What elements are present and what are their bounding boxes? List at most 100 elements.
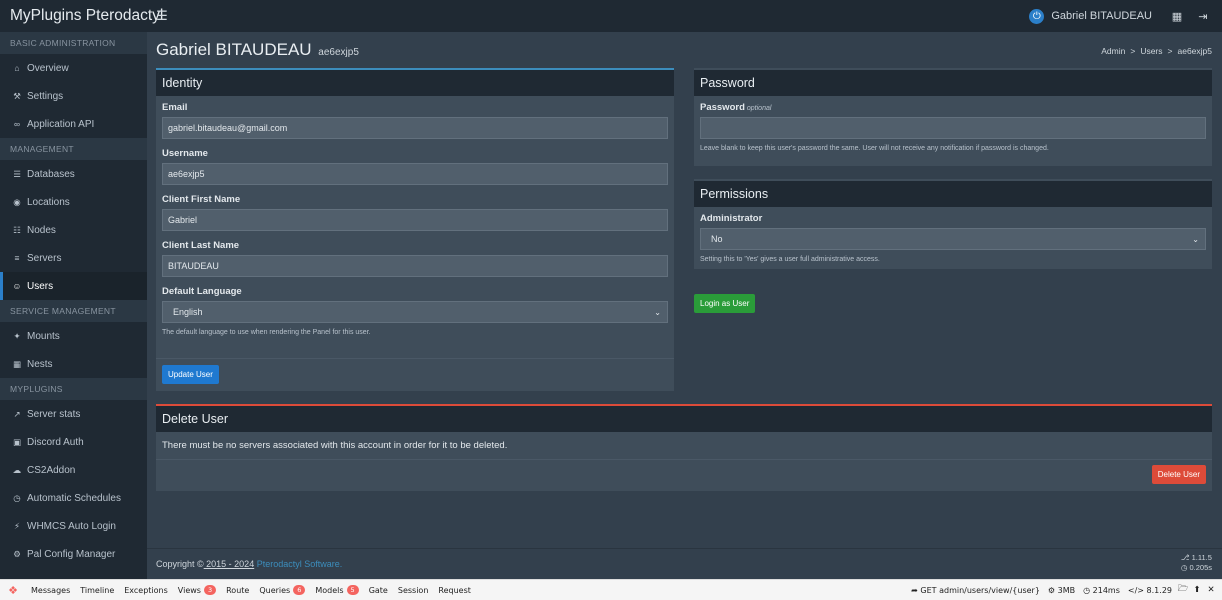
sidebar-item-settings[interactable]: ⚒ Settings [0, 82, 147, 110]
sidebar-item-cs2addon[interactable]: ☁ CS2Addon [0, 456, 147, 484]
sidebar-item-users[interactable]: ☺ Users [0, 272, 147, 300]
wrench-icon: ⚒ [13, 90, 21, 101]
sidebar-item-label: Servers [27, 252, 62, 264]
administrator-select[interactable]: No ⌄ [700, 228, 1206, 250]
debugbar-tab-views[interactable]: Views 3 [173, 580, 221, 600]
sidebar-item-locations[interactable]: ◉ Locations [0, 188, 147, 216]
identity-box-body: Email gabriel.bitaudeau@gmail.com Userna… [156, 96, 674, 358]
cogs-icon: ⚙ [13, 548, 21, 559]
user-name[interactable]: Gabriel BITAUDEAU [1051, 10, 1152, 22]
password-input[interactable] [700, 117, 1206, 139]
debugbar-php-version[interactable]: </> 8.1.29 [1124, 586, 1176, 595]
last-name-field[interactable]: BITAUDEAU [162, 255, 668, 277]
delete-user-button[interactable]: Delete User [1151, 465, 1206, 484]
password-box-title: Password [694, 70, 1212, 96]
debugbar-tab-session[interactable]: Session [393, 580, 434, 600]
debugbar-route[interactable]: ➦ GET admin/users/view/{user} [907, 586, 1044, 595]
debugbar-tab-label: Timeline [80, 585, 115, 595]
sidebar-item-label: Automatic Schedules [27, 492, 121, 504]
cloud-icon: ☁ [12, 464, 22, 475]
logout-icon[interactable]: ⇥ [1196, 10, 1210, 23]
debugbar-memory[interactable]: ⚙ 3MB [1044, 586, 1079, 595]
pterodactyl-link[interactable]: Pterodactyl Software. [254, 559, 343, 569]
sidebar-item-overview[interactable]: ⌂ Overview [0, 54, 147, 82]
bolt-icon: ⚡ [14, 520, 20, 531]
sidebar-item-label: WHMCS Auto Login [27, 520, 116, 532]
hamburger-icon[interactable]: ☰ [155, 8, 169, 24]
sidebar-section-header: MYPLUGINS [0, 378, 147, 400]
debugbar-tab-messages[interactable]: Messages [26, 580, 75, 600]
password-box: Password Password optional Leave blank to… [694, 68, 1212, 166]
debugbar-tab-gate[interactable]: Gate [364, 580, 393, 600]
sidebar-item-label: Nests [27, 358, 53, 370]
debugbar-duration[interactable]: ◷ 214ms [1079, 586, 1124, 595]
laravel-logo-icon[interactable]: ❖ [0, 584, 26, 597]
power-icon[interactable]: ⏻ [1029, 8, 1045, 24]
breadcrumb-item[interactable]: Users [1140, 46, 1162, 56]
server-icon: ≡ [14, 253, 20, 263]
sidebar-item-whmcs-auto-login[interactable]: ⚡ WHMCS Auto Login [0, 512, 147, 540]
first-name-field[interactable]: Gabriel [162, 209, 668, 231]
sidebar-item-server-stats[interactable]: ↗ Server stats [0, 400, 147, 428]
main-content: Gabriel BITAUDEAU ae6exjp5 Admin > Users > a… [147, 32, 1222, 579]
debugbar-tab-route[interactable]: Route [221, 580, 254, 600]
debugbar-tab-queries[interactable]: Queries 6 [254, 580, 310, 600]
sidebar-item-label: Locations [27, 196, 70, 208]
brand-logo[interactable]: MyPlugins Pterodactyl [0, 7, 163, 25]
top-navbar: MyPlugins Pterodactyl ☰ ⏻ Gabriel BITAUD… [0, 0, 1222, 32]
debugbar: ❖ Messages Timeline Exceptions Views 3 Route Q… [0, 579, 1222, 600]
home-icon: ⌂ [14, 63, 20, 73]
link-icon: ∞ [13, 119, 21, 129]
administrator-select-value: No [711, 234, 723, 244]
sidebar-item-label: Settings [27, 90, 64, 102]
debugbar-count-badge: 3 [203, 585, 217, 595]
sidebar-item-label: Pal Config Manager [27, 548, 116, 560]
magic-icon: ✦ [13, 330, 21, 341]
username-field[interactable]: ae6exjp5 [162, 163, 668, 185]
sidebar-item-label: Application API [27, 118, 95, 130]
debugbar-tab-label: Exceptions [124, 585, 168, 595]
breadcrumb-separator: > [1130, 46, 1136, 56]
language-select[interactable]: English ⌄ [162, 301, 668, 323]
copyright-years[interactable]: 2015 - 2024 [204, 559, 254, 569]
debugbar-info: ➦ GET admin/users/view/{user} ⚙ 3MB ◷ 21… [907, 580, 1222, 600]
sidebar-item-pal-config-manager[interactable]: ⚙ Pal Config Manager [0, 540, 147, 568]
debugbar-count-badge: 6 [293, 585, 306, 595]
debugbar-memory-text: 3MB [1057, 585, 1076, 595]
chart-line-icon: ↗ [13, 408, 21, 419]
close-icon[interactable]: ✕ [1204, 585, 1218, 595]
sidebar-item-servers[interactable]: ≡ Servers [0, 244, 147, 272]
debugbar-tab-label: Gate [368, 585, 388, 595]
folder-open-icon[interactable]: 🗁 [1176, 583, 1190, 597]
sidebar-item-automatic-schedules[interactable]: ◷ Automatic Schedules [0, 484, 147, 512]
breadcrumb-item[interactable]: Admin [1101, 46, 1125, 56]
password-help-text: Leave blank to keep this user's password… [700, 145, 1049, 152]
chevron-up-icon[interactable]: ⬆ [1190, 585, 1204, 595]
delete-user-box-body: There must be no servers associated with… [156, 432, 1212, 459]
version-info: ⎇ 1.11.5 ◷ 0.205s [1181, 553, 1212, 573]
login-as-user-button[interactable]: Login as User [694, 294, 756, 313]
update-user-button[interactable]: Update User [162, 365, 219, 384]
sidebar-item-databases[interactable]: ☰ Databases [0, 160, 147, 188]
sidebar-item-discord-auth[interactable]: ▣ Discord Auth [0, 428, 147, 456]
language-select-value: English [173, 307, 203, 317]
delete-user-box-title: Delete User [156, 406, 1212, 432]
debugbar-tab-request[interactable]: Request [433, 580, 476, 600]
sidebar-item-application-api[interactable]: ∞ Application API [0, 110, 147, 138]
debugbar-tab-exceptions[interactable]: Exceptions [119, 580, 173, 600]
email-field[interactable]: gabriel.bitaudeau@gmail.com [162, 117, 668, 139]
render-time: 0.205s [1189, 563, 1212, 572]
sidebar-item-nests[interactable]: ▦ Nests [0, 350, 147, 378]
username-label: Username [162, 148, 208, 159]
sidebar-item-mounts[interactable]: ✦ Mounts [0, 322, 147, 350]
debugbar-route-text: GET admin/users/view/{user} [920, 585, 1040, 595]
delete-user-text: There must be no servers associated with… [162, 440, 508, 451]
share-icon: ➦ [911, 585, 918, 595]
debugbar-tab-models[interactable]: Models 5 [310, 580, 363, 600]
page-footer: Copyright © 2015 - 2024 Pterodactyl Soft… [147, 548, 1222, 579]
sidebar-item-nodes[interactable]: ☷ Nodes [0, 216, 147, 244]
clock-icon: ◷ [1083, 585, 1091, 595]
copyright-prefix: Copyright © [156, 559, 204, 569]
grid-icon[interactable]: ▦ [1170, 10, 1184, 23]
debugbar-tab-timeline[interactable]: Timeline [75, 580, 119, 600]
